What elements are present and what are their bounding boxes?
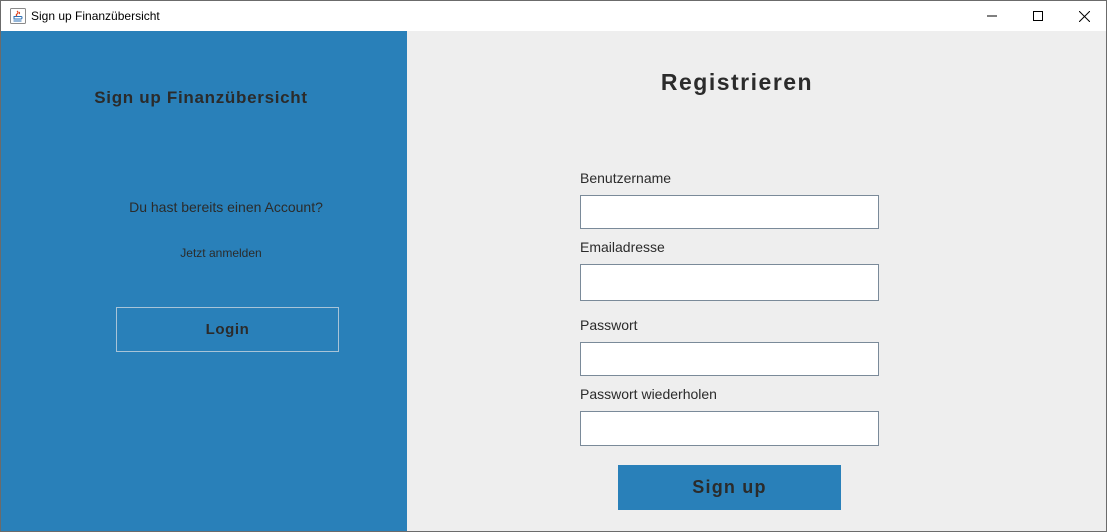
java-icon xyxy=(10,8,26,24)
email-label: Emailadresse xyxy=(580,239,665,255)
maximize-icon xyxy=(1033,11,1043,21)
minimize-icon xyxy=(987,11,997,21)
registration-panel: Registrieren Benutzername Emailadresse P… xyxy=(407,31,1106,531)
email-input[interactable] xyxy=(580,264,879,301)
minimize-button[interactable] xyxy=(969,1,1015,31)
login-side-panel: Sign up Finanzübersicht Du hast bereits … xyxy=(1,31,407,531)
signup-button[interactable]: Sign up xyxy=(618,465,841,510)
username-label: Benutzername xyxy=(580,170,672,186)
close-button[interactable] xyxy=(1061,1,1107,31)
password-repeat-input[interactable] xyxy=(580,411,879,446)
password-repeat-label: Passwort wiederholen xyxy=(580,386,717,402)
title-bar[interactable]: Sign up Finanzübersicht xyxy=(1,1,1106,31)
account-question: Du hast bereits einen Account? xyxy=(129,199,323,215)
window-title: Sign up Finanzübersicht xyxy=(31,9,160,23)
app-window: Sign up Finanzübersicht Sign up Finanzüb… xyxy=(0,0,1107,532)
login-button[interactable]: Login xyxy=(116,307,339,352)
close-icon xyxy=(1078,10,1090,22)
maximize-button[interactable] xyxy=(1015,1,1061,31)
password-input[interactable] xyxy=(580,342,879,376)
password-label: Passwort xyxy=(580,317,638,333)
login-hint: Jetzt anmelden xyxy=(180,246,262,260)
registration-title: Registrieren xyxy=(660,69,814,95)
side-panel-title: Sign up Finanzübersicht xyxy=(94,88,308,107)
username-input[interactable] xyxy=(580,195,879,229)
